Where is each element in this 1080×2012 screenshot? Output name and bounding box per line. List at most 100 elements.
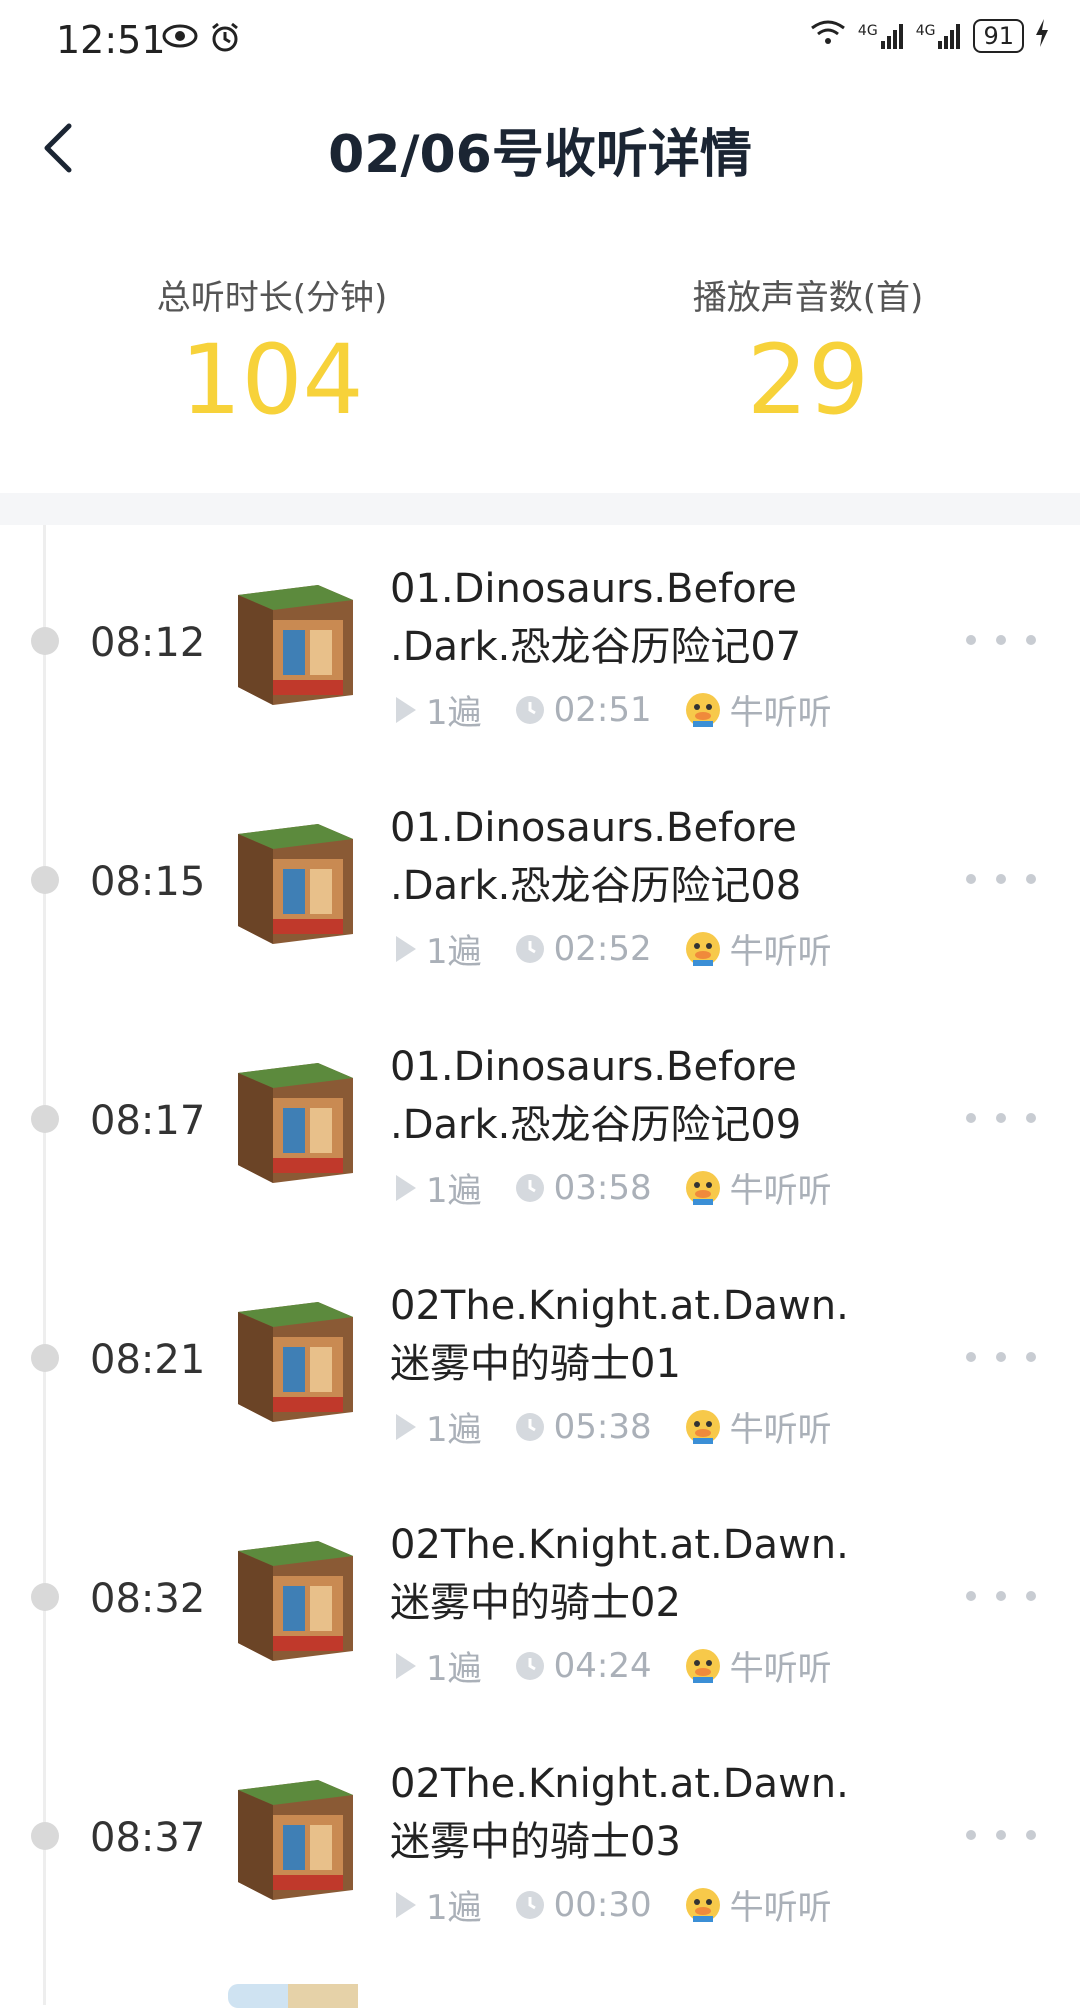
list-item[interactable]: 08:37 02The.Knight.at.Dawn. 迷雾中的骑士03 1遍 … — [0, 1720, 1080, 1959]
list-item[interactable]: 08:32 02The.Knight.at.Dawn. 迷雾中的骑士02 1遍 … — [0, 1481, 1080, 1720]
user-avatar-icon — [684, 1886, 722, 1924]
duration: 03:58 — [553, 1167, 652, 1208]
record-time: 08:15 — [90, 859, 206, 905]
charging-icon — [1034, 18, 1050, 54]
listener-name: 牛听听 — [729, 932, 832, 972]
album-cover — [228, 1770, 358, 1905]
list-item[interactable]: 08:15 01.Dinosaurs.Before .Dark.恐龙谷历险记08… — [0, 764, 1080, 1003]
listen-record-list: 08:12 01.Dinosaurs.Before .Dark.恐龙谷历险记07… — [0, 525, 1080, 1959]
play-icon — [392, 1650, 418, 1682]
record-meta: 1遍 02:51 牛听听 — [392, 685, 864, 734]
stats-summary: 总听时长(分钟) 104 播放声音数(首) 29 — [0, 270, 1080, 440]
record-title-line1: 02The.Knight.at.Dawn. — [390, 1761, 849, 1807]
play-icon — [392, 1411, 418, 1443]
record-time: 08:17 — [90, 1098, 206, 1144]
play-count: 1遍 — [426, 1888, 482, 1928]
duration: 02:52 — [553, 928, 652, 969]
total-duration-value: 104 — [180, 324, 364, 436]
album-cover — [228, 1053, 358, 1188]
duration: 04:24 — [553, 1645, 652, 1686]
signal-icon: 4G — [858, 23, 906, 49]
listener-name: 牛听听 — [729, 693, 832, 733]
record-title-line2: 迷雾中的骑士02 — [390, 1580, 681, 1626]
total-duration-label: 总听时长(分钟) — [156, 278, 388, 318]
duration: 02:51 — [553, 689, 652, 730]
album-cover — [228, 575, 358, 710]
album-cover — [228, 1531, 358, 1666]
play-icon — [392, 694, 418, 726]
more-options-button[interactable] — [966, 1576, 1036, 1616]
eye-icon — [162, 20, 198, 63]
more-options-button[interactable] — [966, 859, 1036, 899]
record-title-line2: .Dark.恐龙谷历险记07 — [390, 624, 802, 670]
alarm-icon — [208, 20, 242, 63]
clock-icon — [514, 933, 546, 965]
more-options-button[interactable] — [966, 1098, 1036, 1138]
duration: 00:30 — [553, 1884, 652, 1925]
listener-name: 牛听听 — [729, 1410, 832, 1450]
user-avatar-icon — [684, 930, 722, 968]
play-count: 1遍 — [426, 1171, 482, 1211]
record-title-line2: .Dark.恐龙谷历险记08 — [390, 863, 802, 909]
total-duration-stat: 总听时长(分钟) 104 — [72, 270, 472, 435]
record-title-line1: 02The.Knight.at.Dawn. — [390, 1283, 849, 1329]
record-meta: 1遍 05:38 牛听听 — [392, 1402, 864, 1451]
record-title-line1: 01.Dinosaurs.Before — [390, 1044, 797, 1090]
record-title-line1: 01.Dinosaurs.Before — [390, 566, 797, 612]
record-meta: 1遍 03:58 牛听听 — [392, 1163, 864, 1212]
divider — [0, 493, 1080, 525]
list-item[interactable]: 08:17 01.Dinosaurs.Before .Dark.恐龙谷历险记09… — [0, 1003, 1080, 1242]
clock-icon — [514, 1650, 546, 1682]
timeline-dot — [31, 1583, 59, 1611]
timeline-dot — [31, 627, 59, 655]
album-cover — [228, 1292, 358, 1427]
record-time: 08:32 — [90, 1576, 206, 1622]
timeline-dot — [31, 1105, 59, 1133]
record-title-line1: 02The.Knight.at.Dawn. — [390, 1522, 849, 1568]
battery-indicator: 91 — [973, 19, 1024, 53]
play-count: 1遍 — [426, 1410, 482, 1450]
timeline-dot — [31, 866, 59, 894]
listener-name: 牛听听 — [729, 1649, 832, 1689]
clock-icon — [514, 1411, 546, 1443]
clock-icon — [514, 1172, 546, 1204]
clock-icon — [514, 694, 546, 726]
clock-icon — [514, 1889, 546, 1921]
listener-name: 牛听听 — [729, 1888, 832, 1928]
record-time: 08:12 — [90, 620, 206, 666]
record-title-line2: 迷雾中的骑士03 — [390, 1819, 681, 1865]
more-options-button[interactable] — [966, 1815, 1036, 1855]
list-item[interactable]: 08:21 02The.Knight.at.Dawn. 迷雾中的骑士01 1遍 … — [0, 1242, 1080, 1481]
play-count: 1遍 — [426, 693, 482, 733]
user-avatar-icon — [684, 1169, 722, 1207]
user-avatar-icon — [684, 1408, 722, 1446]
record-time: 08:37 — [90, 1815, 206, 1861]
record-meta: 1遍 04:24 牛听听 — [392, 1641, 864, 1690]
nav-bar: 02/06号收听详情 — [0, 90, 1080, 210]
album-cover-partial — [228, 1978, 358, 2008]
timeline-dot — [31, 1822, 59, 1850]
play-count-value: 29 — [746, 324, 870, 436]
user-avatar-icon — [684, 1647, 722, 1685]
more-options-button[interactable] — [966, 1337, 1036, 1377]
play-count-label: 播放声音数(首) — [692, 278, 924, 318]
timeline-dot — [31, 1344, 59, 1372]
status-time: 12:51 — [56, 18, 166, 62]
page-title: 02/06号收听详情 — [328, 125, 752, 185]
duration: 05:38 — [553, 1406, 652, 1447]
more-options-button[interactable] — [966, 620, 1036, 660]
play-icon — [392, 933, 418, 965]
listener-name: 牛听听 — [729, 1171, 832, 1211]
record-title-line2: .Dark.恐龙谷历险记09 — [390, 1102, 802, 1148]
play-count-stat: 播放声音数(首) 29 — [608, 270, 1008, 435]
record-meta: 1遍 02:52 牛听听 — [392, 924, 864, 973]
play-icon — [392, 1889, 418, 1921]
play-icon — [392, 1172, 418, 1204]
list-item[interactable]: 08:12 01.Dinosaurs.Before .Dark.恐龙谷历险记07… — [0, 525, 1080, 764]
record-time: 08:21 — [90, 1337, 206, 1383]
record-title-line2: 迷雾中的骑士01 — [390, 1341, 681, 1387]
record-meta: 1遍 00:30 牛听听 — [392, 1880, 864, 1929]
album-cover — [228, 814, 358, 949]
record-title-line1: 01.Dinosaurs.Before — [390, 805, 797, 851]
signal-icon-2: 4G — [916, 23, 964, 49]
